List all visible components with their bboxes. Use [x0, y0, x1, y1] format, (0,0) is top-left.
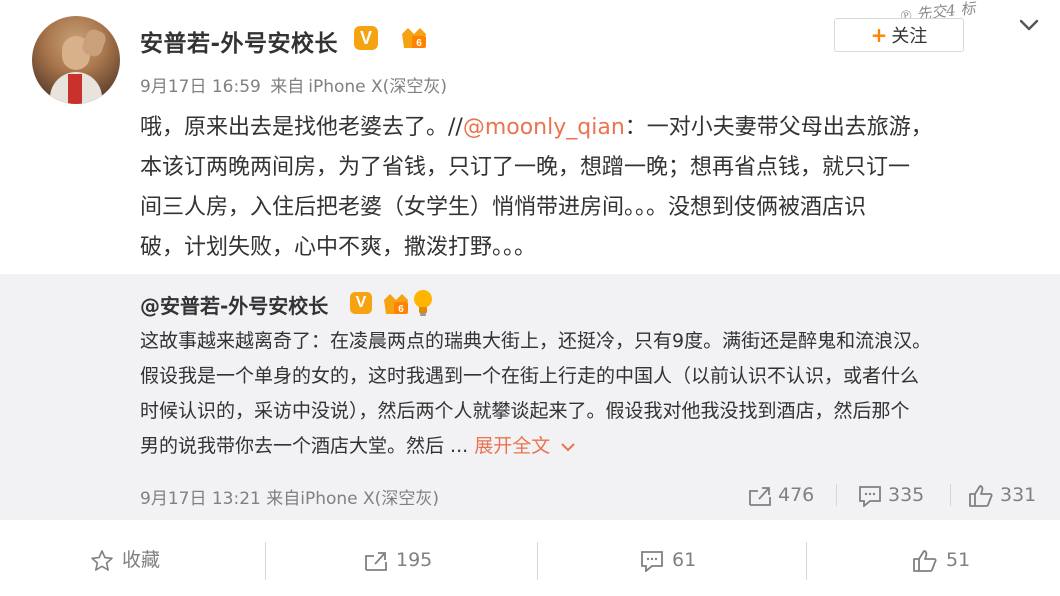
like-icon — [913, 549, 937, 572]
star-icon — [91, 549, 113, 571]
source-prefix: 来自 — [266, 489, 301, 509]
retweet-comment-count: 335 — [888, 484, 925, 506]
expand-full-text-link[interactable]: 展开全文 — [474, 435, 576, 457]
follow-button[interactable]: + 关注 — [834, 18, 964, 52]
favorite-button[interactable]: 收藏 — [90, 544, 160, 576]
repost-icon — [365, 551, 387, 571]
post-text-line: 本该订两晚两间房，为了省钱，只订了一晚，想蹭一晚；想再省点钱，就只订一 — [140, 155, 911, 180]
like-icon — [969, 484, 993, 507]
post-timestamp[interactable]: 9月17日 16:59 — [140, 77, 261, 97]
divider — [950, 484, 951, 506]
comment-count: 61 — [672, 549, 697, 571]
divider — [537, 542, 538, 580]
retweet-author-name[interactable]: @安普若-外号安校长 — [140, 290, 328, 319]
retweet-timestamp[interactable]: 9月17日 13:21 — [140, 489, 261, 509]
repost-button[interactable]: 195 — [364, 544, 432, 576]
post-text-line: 间三人房，入住后把老婆（女学生）悄悄带进房间。。。没想到伎俩被酒店识 — [140, 195, 867, 220]
comment-icon — [641, 550, 663, 573]
weibo-post-card: 安普若-外号安校长 V 6 9月17日 16:59 来自 iPhone X(深空灰… — [0, 0, 1060, 596]
retweet-text-line: 假设我是一个单身的女的，这时我遇到一个在街上行走的中国人（以前认识不认识，或者什… — [140, 365, 920, 387]
retweet-text-line: 男的说我带你去一个酒店大堂。然后 ... 展开全文 — [140, 429, 1040, 464]
author-name[interactable]: 安普若-外号安校长 — [140, 24, 338, 58]
author-avatar[interactable] — [32, 16, 120, 104]
divider — [265, 542, 266, 580]
retweet-like-count: 331 — [1000, 484, 1037, 506]
mention-link[interactable]: @moonly_qian — [463, 115, 625, 140]
chevron-down-icon — [561, 442, 575, 451]
action-bar: 收藏 195 61 51 — [0, 520, 1060, 596]
retweet-text-line: 这故事越来越离奇了：在凌晨两点的瑞典大街上，还挺冷，只有9度。满街还是醉鬼和流浪… — [140, 330, 932, 352]
post-text-line: 哦，原来出去是找他老婆去了。//@moonly_qian：一对小夫妻带父母出去旅… — [140, 108, 1030, 148]
post-text-segment: ：一对小夫妻带父母出去旅游， — [624, 115, 933, 140]
verified-badge-icon: V — [350, 292, 372, 314]
repost-icon — [749, 486, 771, 506]
divider — [836, 484, 837, 506]
post-meta: 9月17日 16:59 来自 iPhone X(深空灰) — [140, 72, 451, 97]
post-text-segment: 哦，原来出去是找他老婆去了。// — [140, 115, 463, 140]
like-count: 51 — [946, 549, 971, 571]
post-text-line: 破，计划失败，心中不爽，撒泼打野。。。 — [140, 235, 537, 260]
favorite-label: 收藏 — [122, 549, 161, 571]
svg-text:6: 6 — [398, 304, 404, 315]
source-prefix: 来自 — [270, 77, 305, 97]
plus-icon: + — [870, 23, 888, 47]
retweet-like-button[interactable]: 331 — [968, 482, 1036, 508]
retweet-comment-button[interactable]: 335 — [858, 482, 924, 508]
retweet-text-line: 时候认识的，采访中没说），然后两个人就攀谈起来了。假设我对他我没找到酒店，然后那… — [140, 400, 910, 422]
verified-badge-icon: V — [354, 26, 378, 50]
source-device[interactable]: iPhone X(深空灰) — [308, 77, 447, 97]
retweet-box: @安普若-外号安校长 V 6 这故事越来越离奇了：在凌晨两点的瑞典大街上，还挺冷… — [0, 274, 1060, 520]
retweet-meta: 9月17日 13:21 来自iPhone X(深空灰) — [140, 484, 439, 509]
source-device[interactable]: iPhone X(深空灰) — [300, 489, 439, 509]
lightbulb-icon — [414, 290, 432, 316]
level-badge-icon: 6 — [402, 28, 426, 49]
retweet-text-segment: 男的说我带你去一个酒店大堂。然后 ... — [140, 435, 469, 457]
retweet-repost-count: 476 — [778, 484, 815, 506]
divider — [806, 542, 807, 580]
like-button[interactable]: 51 — [912, 544, 970, 576]
comment-button[interactable]: 61 — [640, 544, 696, 576]
repost-count: 195 — [396, 549, 433, 571]
retweet-repost-button[interactable]: 476 — [748, 482, 814, 508]
retweet-text: 这故事越来越离奇了：在凌晨两点的瑞典大街上，还挺冷，只有9度。满街还是醉鬼和流浪… — [140, 324, 1040, 464]
expand-label: 展开全文 — [474, 435, 551, 457]
chevron-down-icon[interactable] — [1018, 14, 1040, 36]
comment-icon — [859, 485, 881, 508]
follow-label: 关注 — [891, 26, 928, 47]
svg-text:6: 6 — [416, 38, 422, 49]
level-badge-icon: 6 — [384, 294, 408, 315]
post-text: 哦，原来出去是找他老婆去了。//@moonly_qian：一对小夫妻带父母出去旅… — [140, 108, 1030, 268]
